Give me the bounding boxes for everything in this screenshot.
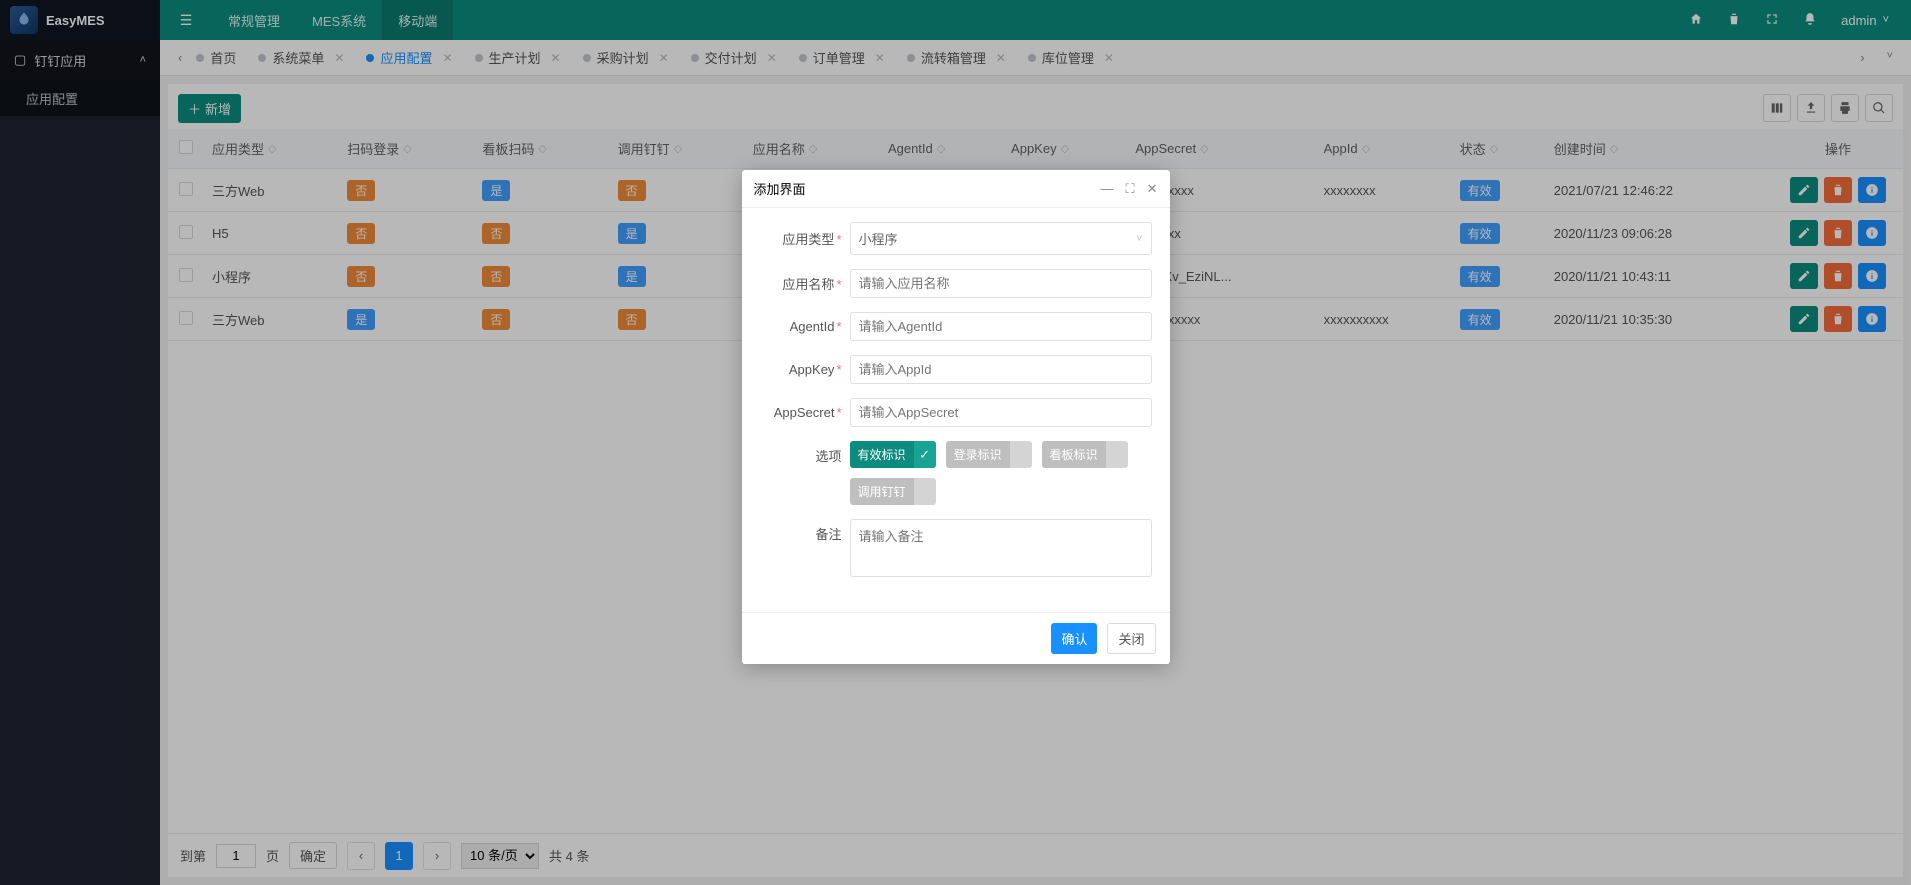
modal-title: 添加界面: [754, 179, 806, 198]
app-name-label: 应用名称: [782, 277, 834, 292]
agent-id-input[interactable]: [850, 312, 1152, 341]
add-modal: 添加界面 — ⛶ ✕ 应用类型* 小程序 ˅ 应用名称*: [742, 170, 1170, 664]
app-type-value: 小程序: [859, 229, 898, 248]
chevron-down-icon: ˅: [1136, 233, 1142, 245]
switch-call-ding[interactable]: 调用钉钉: [850, 478, 936, 505]
app-secret-label: AppSecret: [774, 405, 835, 420]
app-key-label: AppKey: [789, 362, 835, 377]
app-type-select[interactable]: 小程序 ˅: [850, 222, 1152, 255]
switch-board[interactable]: 看板标识: [1042, 441, 1128, 468]
app-type-label: 应用类型: [782, 232, 834, 247]
switch-login[interactable]: 登录标识: [946, 441, 1032, 468]
modal-cancel-button[interactable]: 关闭: [1107, 623, 1155, 654]
remark-input[interactable]: [850, 519, 1152, 577]
minimize-icon[interactable]: —: [1100, 181, 1113, 197]
switch-valid[interactable]: 有效标识✓: [850, 441, 936, 468]
close-icon[interactable]: ✕: [1147, 181, 1158, 197]
app-secret-input[interactable]: [850, 398, 1152, 427]
app-name-input[interactable]: [850, 269, 1152, 298]
app-key-input[interactable]: [850, 355, 1152, 384]
options-label: 选项: [815, 449, 841, 464]
agent-id-label: AgentId: [790, 319, 835, 334]
modal-confirm-button[interactable]: 确认: [1051, 623, 1097, 654]
remark-label: 备注: [815, 527, 841, 542]
maximize-icon[interactable]: ⛶: [1125, 181, 1134, 197]
check-icon: ✓: [914, 441, 936, 468]
